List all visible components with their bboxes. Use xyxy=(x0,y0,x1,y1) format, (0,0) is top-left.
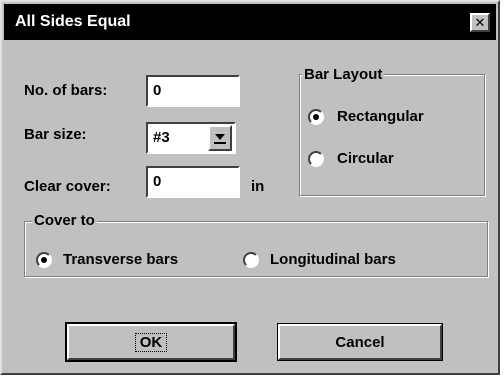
cancel-button[interactable]: Cancel xyxy=(278,324,442,360)
transverse-bars-radio[interactable] xyxy=(36,252,52,268)
close-icon: ✕ xyxy=(474,15,486,30)
ok-button-label: OK xyxy=(134,332,168,352)
close-button[interactable]: ✕ xyxy=(470,13,490,32)
radio-selected-dot xyxy=(41,257,47,263)
radio-selected-dot xyxy=(313,114,319,120)
chevron-down-icon xyxy=(215,134,225,140)
circular-radio[interactable] xyxy=(308,151,324,167)
longitudinal-bars-label[interactable]: Longitudinal bars xyxy=(270,251,396,268)
no-of-bars-input[interactable]: 0 xyxy=(146,75,240,107)
bar-size-label: Bar size: xyxy=(24,126,87,143)
bar-layout-label: Bar Layout xyxy=(302,66,385,83)
cover-to-group xyxy=(24,221,488,277)
window-title: All Sides Equal xyxy=(15,13,131,30)
transverse-bars-label[interactable]: Transverse bars xyxy=(63,251,178,268)
dialog-window: All Sides Equal ✕ No. of bars: 0 Bar siz… xyxy=(0,0,500,375)
title-bar[interactable]: All Sides Equal ✕ xyxy=(4,4,496,40)
cancel-button-label: Cancel xyxy=(335,333,385,351)
circular-label[interactable]: Circular xyxy=(337,150,394,167)
bar-size-value: #3 xyxy=(153,129,170,146)
rectangular-label[interactable]: Rectangular xyxy=(337,108,424,125)
bar-size-dropdown-button[interactable] xyxy=(208,125,232,151)
cover-to-label: Cover to xyxy=(32,212,97,229)
no-of-bars-label: No. of bars: xyxy=(24,82,108,99)
clear-cover-label: Clear cover: xyxy=(24,178,111,195)
rectangular-radio[interactable] xyxy=(308,109,324,125)
longitudinal-bars-radio[interactable] xyxy=(243,252,259,268)
ok-button[interactable]: OK xyxy=(67,324,235,360)
clear-cover-input[interactable]: 0 xyxy=(146,166,240,198)
clear-cover-unit: in xyxy=(251,178,265,195)
bar-layout-group xyxy=(299,74,485,196)
